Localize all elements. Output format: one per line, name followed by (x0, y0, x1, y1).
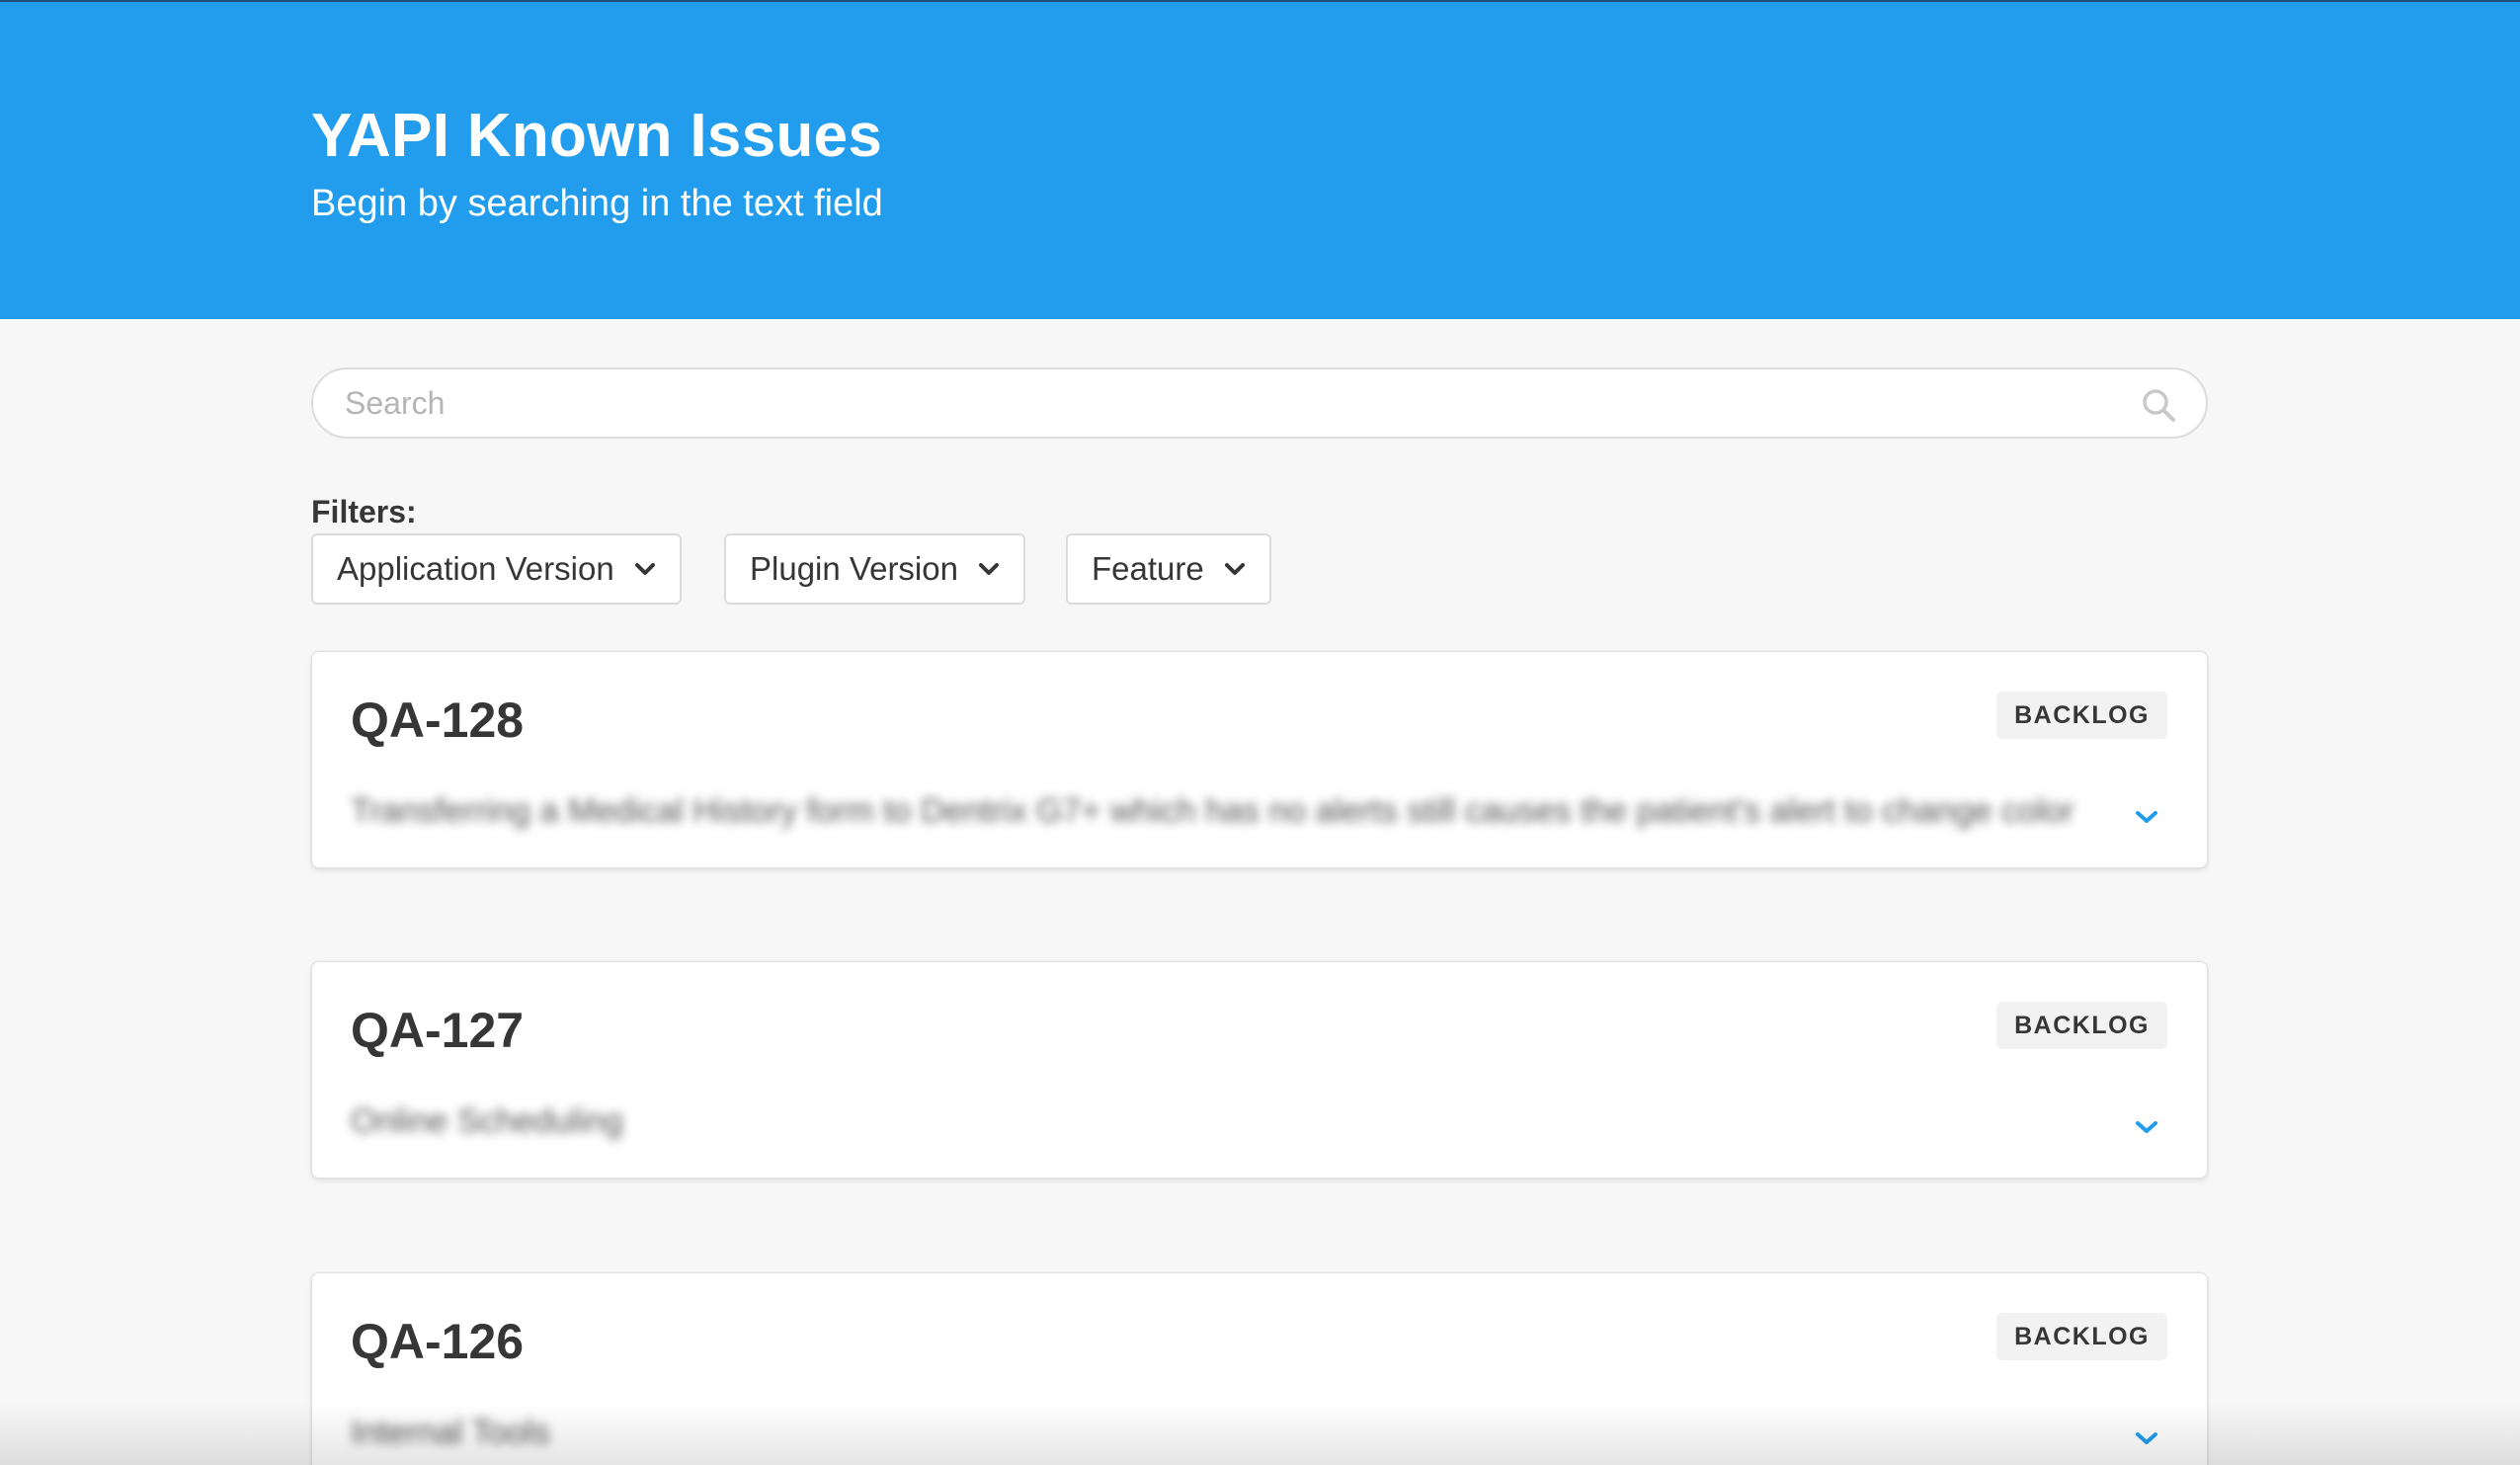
page-title: YAPI Known Issues (311, 102, 883, 170)
chevron-down-icon[interactable] (2134, 808, 2159, 826)
issue-card[interactable]: QA-128 BACKLOG Transferring a Medical Hi… (311, 651, 2208, 868)
filters-label: Filters: (311, 494, 417, 529)
issue-summary: Online Scheduling (351, 1102, 623, 1140)
filter-plugin-version-dropdown[interactable]: Plugin Version (724, 533, 1025, 605)
filter-application-version-dropdown[interactable]: Application Version (311, 533, 682, 605)
chevron-down-icon[interactable] (2134, 1118, 2159, 1136)
chevron-down-icon[interactable] (2134, 1429, 2159, 1447)
search-bar[interactable] (311, 367, 2208, 439)
page-subtitle: Begin by searching in the text field (311, 183, 883, 224)
issue-card[interactable]: QA-127 BACKLOG Online Scheduling (311, 961, 2208, 1179)
filter-label: Feature (1092, 550, 1204, 587)
issue-id: QA-127 (351, 1003, 525, 1058)
issue-card[interactable]: QA-126 BACKLOG Internal Tools (311, 1272, 2208, 1465)
search-icon[interactable] (2141, 387, 2176, 423)
page: YAPI Known Issues Begin by searching in … (0, 0, 2520, 1465)
search-input[interactable] (345, 383, 2123, 423)
chevron-down-icon (634, 563, 655, 575)
status-badge: BACKLOG (1996, 692, 2167, 739)
filter-label: Application Version (337, 550, 614, 587)
issue-summary: Internal Tools (351, 1414, 550, 1451)
chevron-down-icon (1224, 563, 1245, 575)
chevron-down-icon (978, 563, 999, 575)
hero-header: YAPI Known Issues Begin by searching in … (0, 2, 2520, 319)
issue-id: QA-126 (351, 1314, 525, 1369)
status-badge: BACKLOG (1996, 1313, 2167, 1360)
filter-feature-dropdown[interactable]: Feature (1066, 533, 1271, 605)
status-badge: BACKLOG (1996, 1002, 2167, 1049)
filter-label: Plugin Version (750, 550, 958, 587)
issue-id: QA-128 (351, 692, 525, 748)
issue-summary: Transferring a Medical History form to D… (351, 792, 2074, 830)
